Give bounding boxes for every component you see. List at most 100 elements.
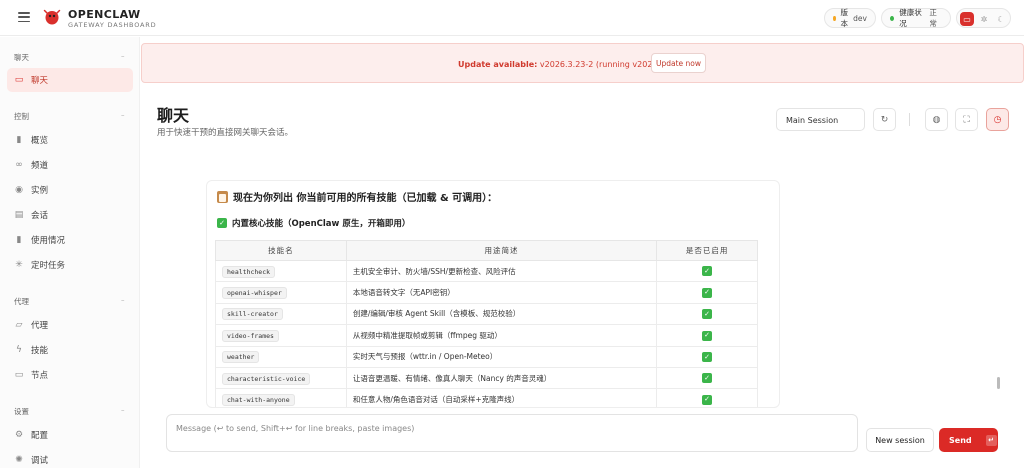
sidebar-item-nodes[interactable]: ▭ 节点	[14, 365, 48, 385]
sidebar: 聊天 – ▭ 聊天 控制 – ▮ 概览 ∞ 频道 ◉ 实例 ▤ 会话 ▮ 使用情…	[0, 37, 140, 468]
moon-icon[interactable]: ☾	[994, 12, 1008, 26]
sidebar-item-agents[interactable]: ▱ 代理	[14, 315, 48, 335]
skill-name: skill-creator	[222, 308, 283, 321]
message-heading: 现在为你列出 你当前可用的所有技能（已加载 & 可调用）：	[217, 189, 497, 204]
sidebar-item-overview[interactable]: ▮ 概览	[14, 130, 49, 150]
column-header: 是否已启用	[656, 240, 758, 261]
collapse-icon[interactable]: –	[121, 52, 125, 60]
check-box-icon: ✓	[702, 266, 713, 277]
brain-icon: ◍	[932, 114, 941, 125]
clock-icon: ◷	[993, 114, 1002, 125]
new-session-button[interactable]: New session	[866, 428, 934, 452]
clipboard-icon	[217, 190, 228, 203]
brand-subtitle: GATEWAY DASHBOARD	[68, 21, 157, 29]
collapse-icon[interactable]: –	[121, 111, 125, 119]
sidebar-item-label: 技能	[31, 346, 49, 356]
sidebar-item-chat[interactable]: ▭ 聊天	[14, 70, 48, 90]
bolt-icon: ϟ	[16, 345, 22, 355]
table-row: skill-creator 创建/编辑/审核 Agent Skill（含模板、规…	[215, 302, 758, 326]
folder-icon: ▱	[15, 320, 23, 330]
skill-description: 让语音更温暖、有情绪、像真人聊天（Nancy 的声音灵魂）	[345, 366, 658, 390]
sidebar-item-label: 调试	[31, 456, 49, 466]
message-subheading-text: 内置核心技能（OpenClaw 原生，开箱即用）	[232, 219, 411, 229]
sidebar-item-debug[interactable]: ✺ 调试	[14, 450, 48, 468]
sidebar-section-agents: 代理	[14, 297, 29, 306]
table-row: openai-whisper 本地语音转文字（无API密钥） ✓	[215, 281, 758, 304]
sidebar-item-label: 实例	[31, 186, 49, 196]
skill-description: 主机安全审计、防火墙/SSH/更新检查、风险评估	[345, 259, 658, 283]
check-box-icon: ✓	[702, 394, 713, 405]
loader-icon: ✳	[15, 260, 23, 270]
skill-name: weather	[222, 351, 260, 364]
check-box-icon: ✓	[217, 218, 227, 228]
skill-description: 本地语音转文字（无API密钥）	[345, 281, 658, 304]
column-header: 用途简述	[345, 240, 658, 261]
message-heading-text: 现在为你列出 你当前可用的所有技能（已加载 & 可调用）：	[233, 193, 498, 204]
table-row: chat-with-anyone 和任意人物/角色语音对话（自动采样+克隆声线）…	[215, 388, 758, 407]
update-label: Update available:	[458, 60, 538, 69]
sidebar-item-label: 节点	[31, 371, 49, 381]
bar-chart-icon: ▮	[16, 135, 22, 145]
send-label: Send	[949, 435, 972, 445]
check-box-icon: ✓	[702, 287, 713, 298]
message-subheading: ✓ 内置核心技能（OpenClaw 原生，开箱即用）	[217, 217, 410, 229]
version-pill: 版本 dev	[824, 8, 876, 28]
chat-bubble-icon: ▭	[14, 75, 24, 85]
sidebar-item-cron[interactable]: ✳ 定时任务	[14, 255, 65, 275]
update-now-button[interactable]: Update now	[651, 53, 706, 73]
message-input[interactable]: Message (↩ to send, Shift+↩ for line bre…	[166, 414, 858, 452]
sidebar-section-chat: 聊天	[14, 53, 29, 62]
health-status-dot	[890, 15, 895, 21]
update-banner-text: Update available: v2026.3.23-2 (running …	[458, 60, 678, 69]
link-icon: ∞	[15, 160, 23, 170]
collapse-icon[interactable]: –	[121, 296, 125, 304]
top-bar: OPENCLAW GATEWAY DASHBOARD 版本 dev 健康状况 正…	[0, 0, 1024, 36]
theme-switcher: ▭ ✲ ☾	[956, 8, 1011, 28]
menu-icon[interactable]	[18, 12, 30, 23]
check-box-icon: ✓	[702, 373, 713, 384]
history-button[interactable]: ◷	[986, 108, 1009, 131]
sidebar-item-channels[interactable]: ∞ 频道	[14, 155, 48, 175]
sidebar-item-label: 配置	[31, 431, 49, 441]
sidebar-item-config[interactable]: ⚙ 配置	[14, 425, 48, 445]
refresh-icon: ↻	[880, 114, 889, 125]
check-box-icon: ✓	[702, 309, 713, 320]
skills-table: 技能名 用途简述 是否已启用 healthcheck 主机安全审计、防火墙/SS…	[215, 240, 758, 407]
sidebar-item-sessions[interactable]: ▤ 会话	[14, 205, 48, 225]
page-title: 聊天	[157, 106, 190, 125]
brand-title: OPENCLAW	[68, 8, 141, 21]
monitor-theme-icon[interactable]: ▭	[960, 12, 974, 26]
broadcast-icon: ◉	[15, 185, 23, 195]
bug-icon: ✺	[15, 455, 23, 465]
health-label: 健康状况	[899, 8, 922, 28]
enter-key-icon: ↵	[985, 434, 997, 446]
version-label: 版本	[840, 8, 849, 28]
column-header: 技能名	[215, 240, 347, 261]
sidebar-item-label: 使用情况	[31, 236, 66, 246]
bar-chart-icon: ▮	[16, 235, 22, 245]
scrollbar-thumb[interactable]	[997, 377, 1000, 389]
skill-name: chat-with-anyone	[222, 394, 295, 407]
sidebar-item-skills[interactable]: ϟ 技能	[14, 340, 48, 360]
thinking-toggle-button[interactable]: ◍	[925, 108, 948, 131]
table-row: characteristic-voice 让语音更温暖、有情绪、像真人聊天（Na…	[215, 366, 758, 390]
skill-description: 创建/编辑/审核 Agent Skill（含模板、规范校验）	[345, 302, 658, 326]
skill-description: 从视频中精准提取帧或剪辑（ffmpeg 驱动）	[345, 324, 658, 347]
sidebar-item-label: 聊天	[31, 76, 49, 86]
version-status-dot	[833, 15, 836, 21]
skill-description: 和任意人物/角色语音对话（自动采样+克隆声线）	[345, 388, 658, 407]
monitor-icon: ▭	[14, 370, 24, 380]
sidebar-item-instances[interactable]: ◉ 实例	[14, 180, 48, 200]
session-select[interactable]: Main Session	[776, 108, 865, 131]
sidebar-item-usage[interactable]: ▮ 使用情况	[14, 230, 66, 250]
check-box-icon: ✓	[702, 352, 713, 362]
focus-mode-button[interactable]: ⛶	[955, 108, 978, 131]
refresh-button[interactable]: ↻	[873, 108, 896, 131]
check-box-icon: ✓	[702, 330, 713, 341]
send-button[interactable]: Send ↵	[939, 428, 998, 452]
collapse-icon[interactable]: –	[121, 406, 125, 414]
table-header-row: 技能名 用途简述 是否已启用	[215, 240, 758, 261]
document-icon: ▤	[14, 210, 24, 220]
sun-icon[interactable]: ✲	[977, 12, 991, 26]
table-row: healthcheck 主机安全审计、防火墙/SSH/更新检查、风险评估 ✓	[215, 259, 758, 283]
